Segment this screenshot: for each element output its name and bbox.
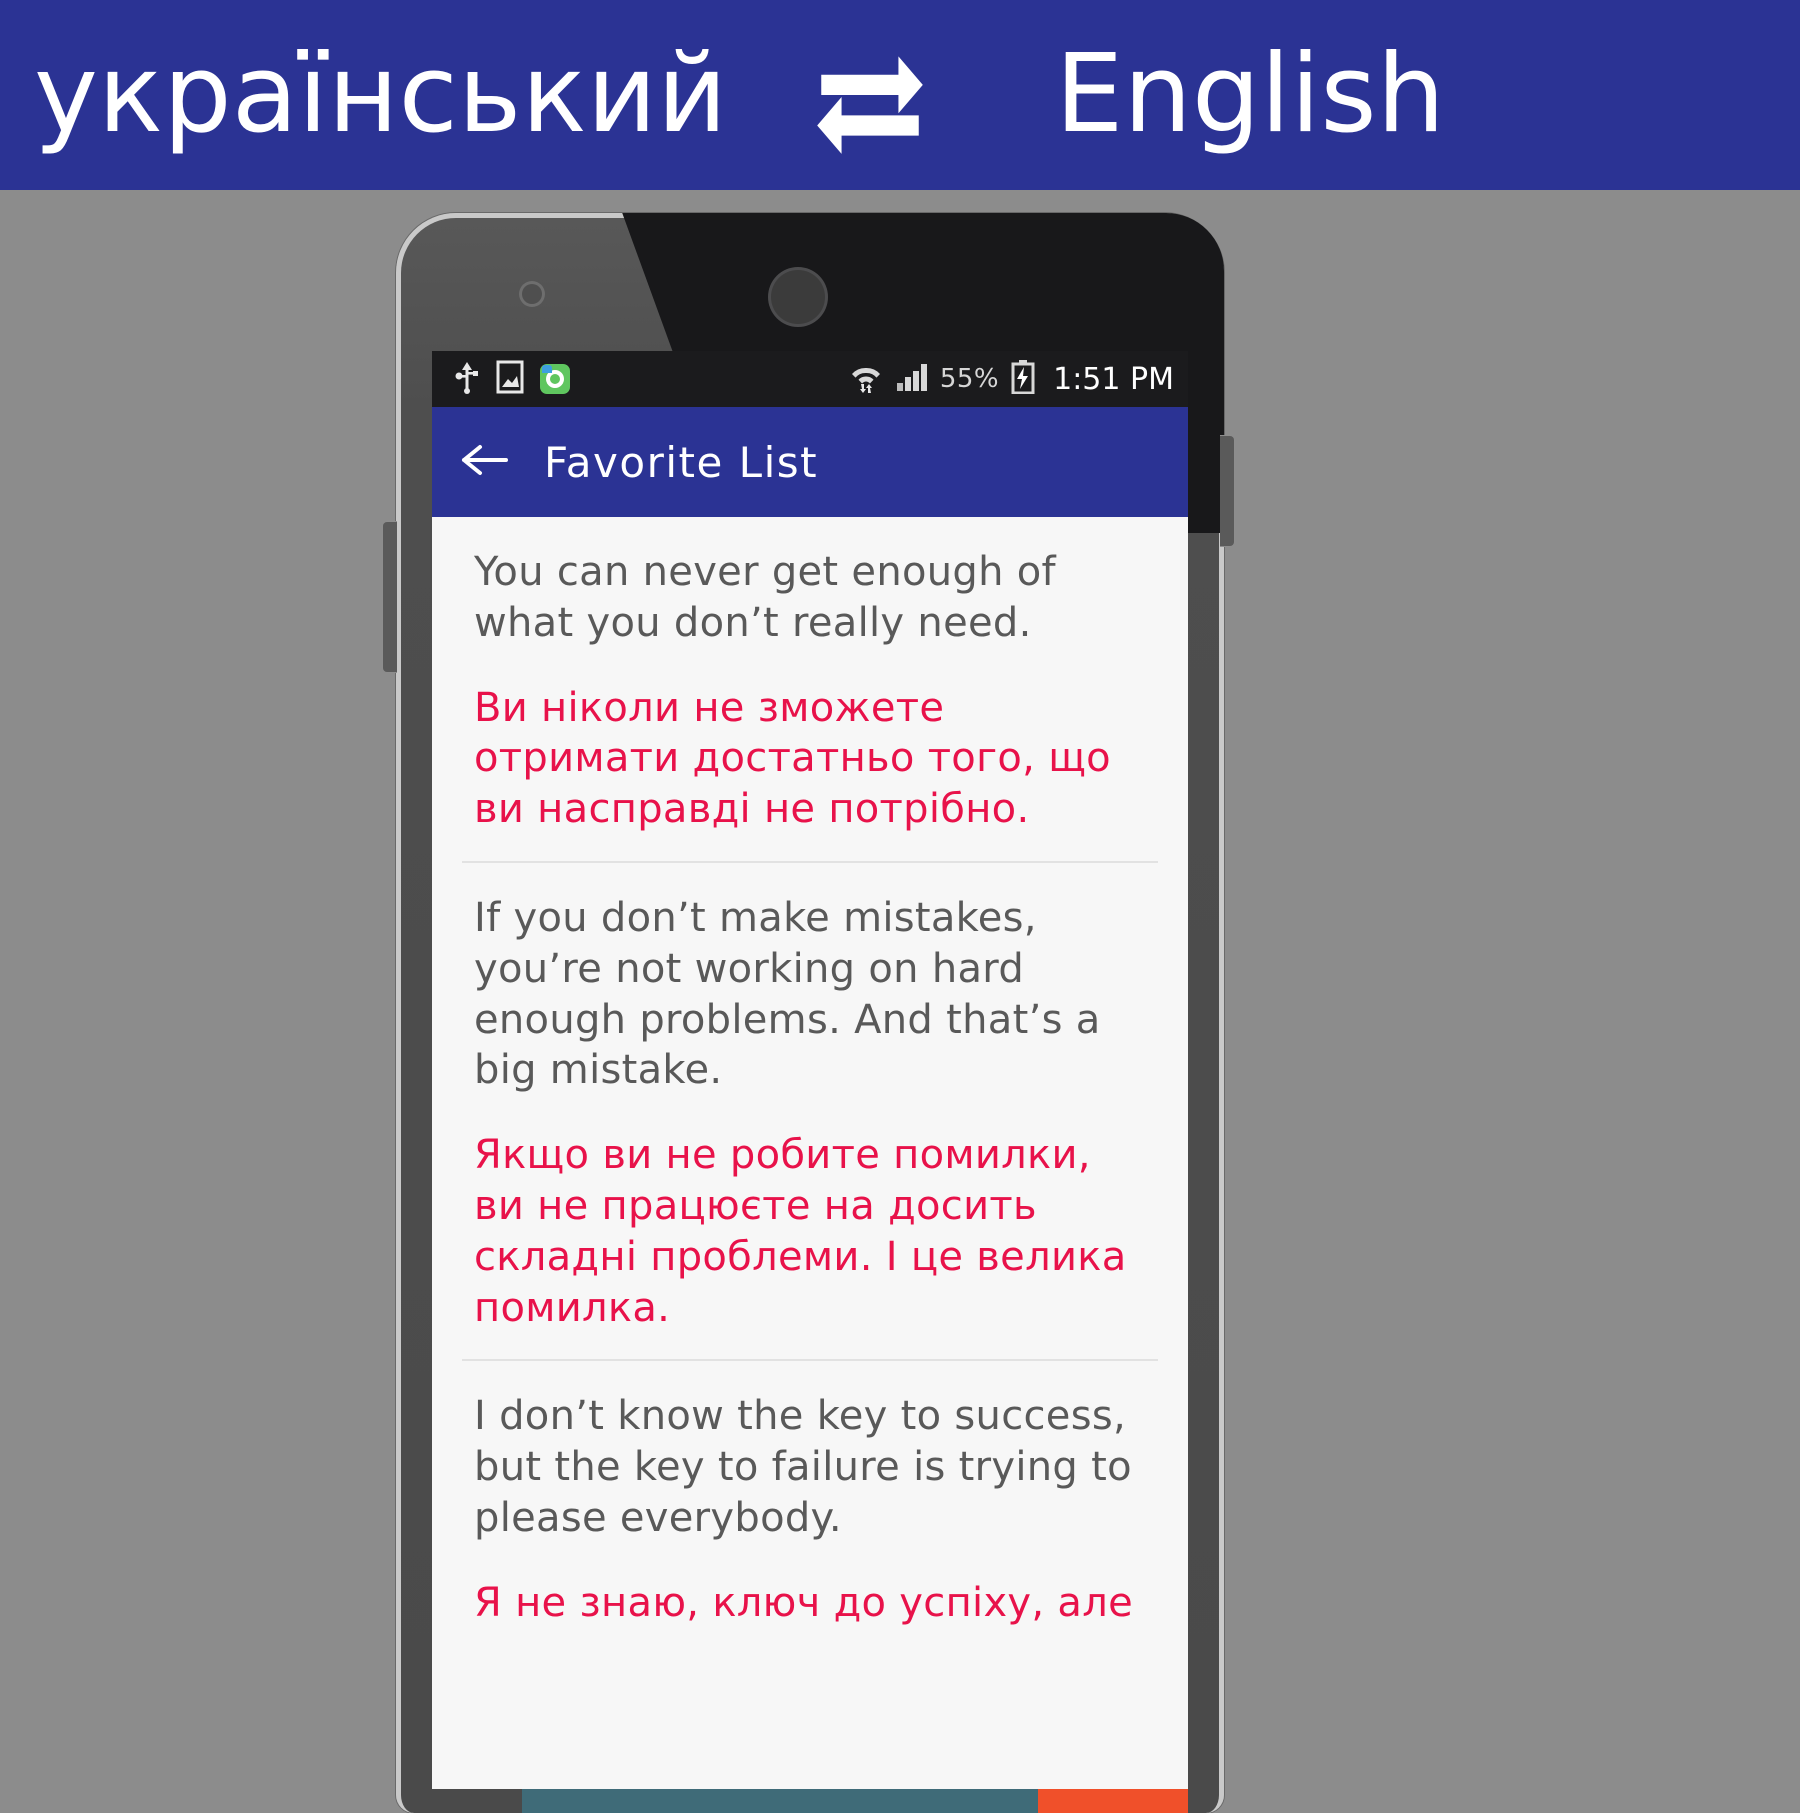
battery-charging-icon: [1011, 360, 1035, 398]
clock-label: 1:51 PM: [1053, 361, 1174, 397]
favorite-list[interactable]: You can never get enough of what you don…: [432, 517, 1188, 1813]
quote-ukrainian: Ви ніколи не зможете отримати достатньо …: [474, 684, 1111, 833]
screenshot-icon: [496, 360, 524, 398]
quote-ukrainian: Якщо ви не робите помилки, ви не працюєт…: [474, 1132, 1127, 1331]
speaker-grill-icon: [771, 270, 825, 324]
power-button[interactable]: [1220, 435, 1235, 547]
wifi-icon: [848, 360, 884, 398]
target-language-label: English: [1055, 32, 1446, 157]
bottom-strip-accent: [1038, 1789, 1188, 1813]
usb-icon: [454, 360, 480, 398]
quote-ukrainian: Я не знаю, ключ до успіху, але: [474, 1579, 1133, 1626]
screen-recorder-icon: [540, 364, 570, 394]
status-bar-right-icons: 55% 1:51 PM: [848, 360, 1174, 398]
quote-english: If you don’t make mistakes, you’re not w…: [474, 894, 1101, 1094]
swap-languages-icon[interactable]: [805, 30, 935, 160]
status-bar-left-icons: [454, 360, 570, 398]
promo-banner: український English: [0, 0, 1800, 190]
list-item[interactable]: If you don’t make mistakes, you’re not w…: [432, 863, 1188, 1359]
cellular-signal-icon: [896, 362, 928, 396]
quote-english: I don’t know the key to success, but the…: [474, 1393, 1132, 1541]
phone-mockup: 55% 1:51 PM Favorite List You can never …: [382, 213, 1235, 1813]
app-bar: Favorite List: [432, 407, 1188, 517]
back-arrow-icon[interactable]: [460, 440, 508, 484]
bottom-strip-left: [432, 1789, 522, 1813]
list-item[interactable]: You can never get enough of what you don…: [432, 517, 1188, 861]
volume-button[interactable]: [382, 521, 397, 673]
phone-screen: 55% 1:51 PM Favorite List You can never …: [432, 351, 1188, 1813]
bottom-strip-middle: [522, 1789, 1038, 1813]
front-camera-icon: [519, 281, 545, 307]
quote-english: You can never get enough of what you don…: [474, 549, 1056, 646]
list-item[interactable]: I don’t know the key to success, but the…: [432, 1361, 1188, 1654]
source-language-label: український: [34, 32, 728, 157]
battery-percent-label: 55%: [939, 364, 1000, 394]
status-bar: 55% 1:51 PM: [432, 351, 1188, 407]
page-title: Favorite List: [544, 437, 819, 487]
bottom-strip: [432, 1789, 1188, 1813]
